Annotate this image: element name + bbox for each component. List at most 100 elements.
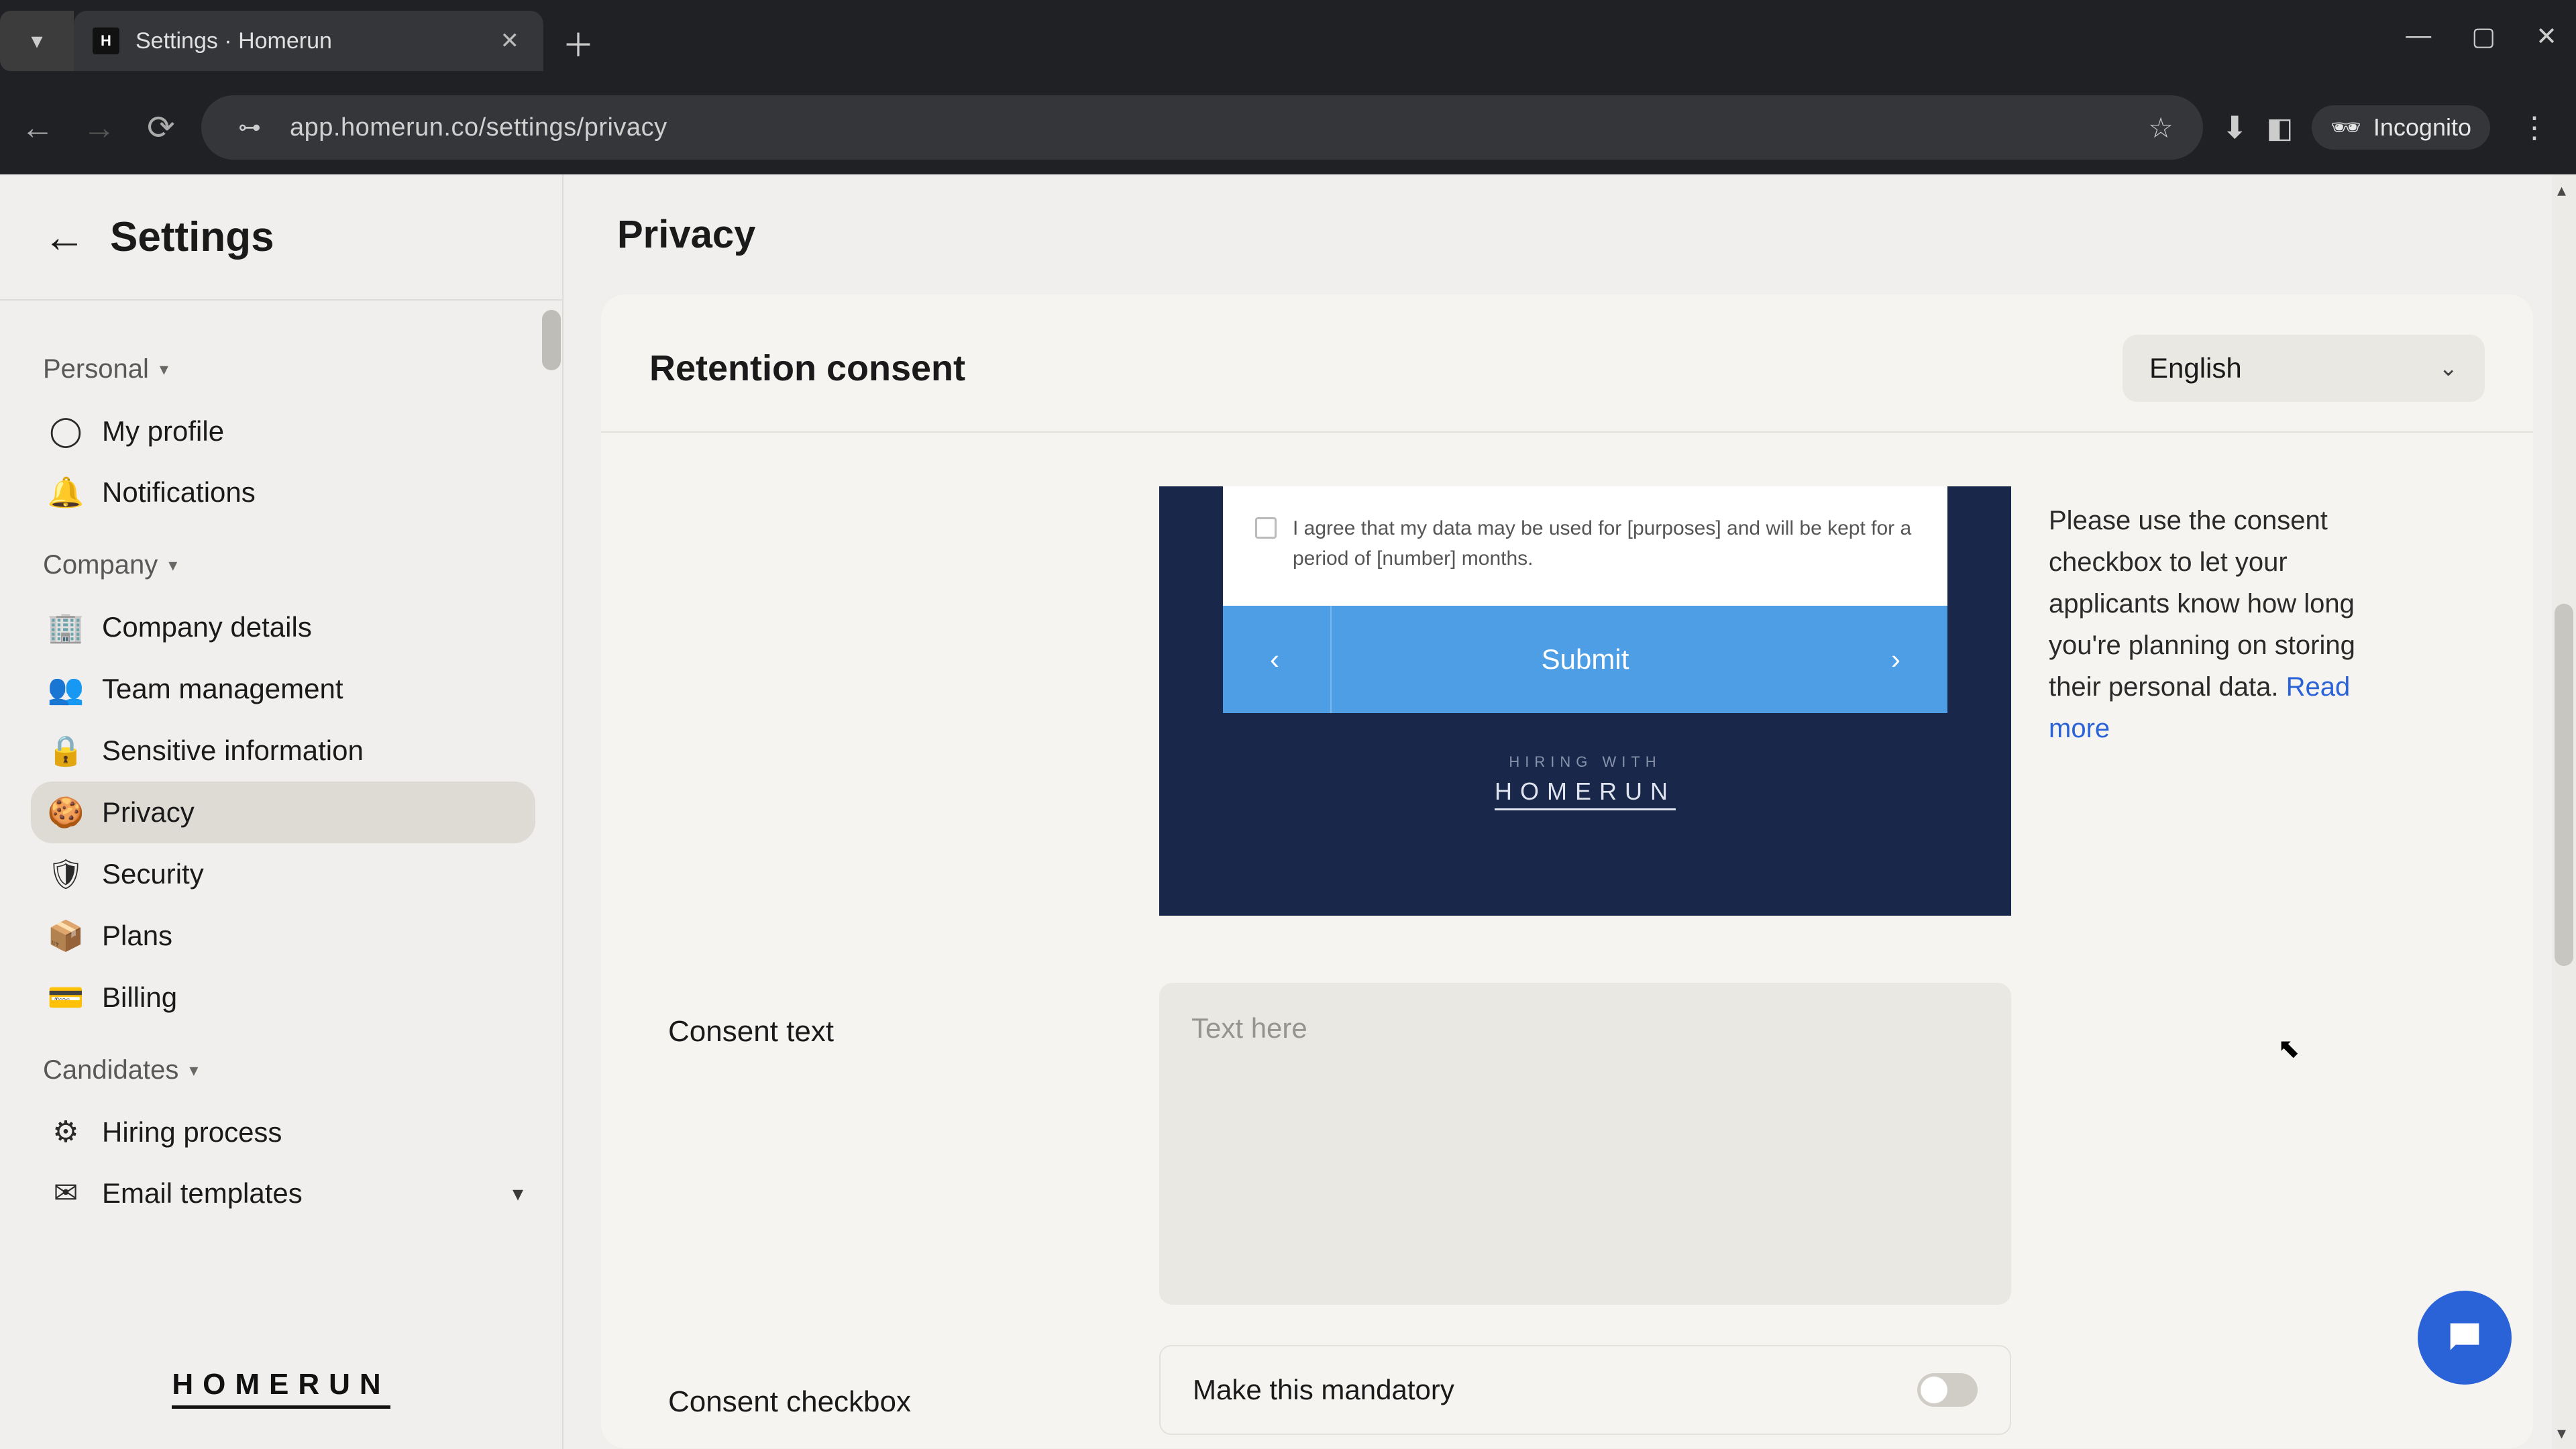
card-body: I agree that my data may be used for [pu…	[601, 433, 2533, 943]
tab-search-button[interactable]: ▾	[0, 11, 74, 71]
sidebar-item-notifications[interactable]: 🔔 Notifications	[31, 462, 535, 523]
caret-down-icon: ▾	[189, 1060, 198, 1081]
main-column: Privacy Retention consent English ⌄ I ag…	[564, 174, 2576, 1449]
close-icon[interactable]: ✕	[500, 28, 520, 54]
homerun-logo[interactable]: HOMERUN	[172, 1368, 390, 1409]
consent-text-row: Consent text Text here	[601, 943, 2533, 1305]
settings-sidebar: ← Settings Personal ▾ ◯ My profile 🔔 Not…	[0, 174, 564, 1449]
sidebar-item-company-details[interactable]: 🏢 Company details	[31, 596, 535, 658]
language-dropdown[interactable]: English ⌄	[2123, 335, 2485, 402]
lock-icon: 🔒	[50, 733, 82, 768]
preview-consent-text: I agree that my data may be used for [pu…	[1293, 513, 1915, 574]
help-column: Please use the consent checkbox to let y…	[2049, 486, 2493, 916]
divider	[1330, 606, 1332, 713]
sidebar-item-label: My profile	[102, 415, 224, 447]
main-scrollbar[interactable]: ▴ ▾	[2552, 174, 2576, 1449]
caret-down-icon: ▾	[160, 359, 168, 380]
bookmark-icon[interactable]: ☆	[2148, 111, 2174, 144]
consent-checkbox-label: Consent checkbox	[668, 1361, 1122, 1419]
process-icon: ⚙	[50, 1115, 82, 1149]
back-button[interactable]: ←	[16, 108, 59, 147]
section-personal[interactable]: Personal ▾	[43, 354, 535, 384]
user-icon: ◯	[50, 414, 82, 448]
sidebar-item-label: Company details	[102, 611, 312, 643]
mandatory-toggle-panel: Make this mandatory	[1159, 1345, 2011, 1435]
sidebar-item-label: Privacy	[102, 796, 195, 828]
site-info-icon[interactable]: ⊶	[231, 109, 268, 146]
address-bar[interactable]: ⊶ app.homerun.co/settings/privacy ☆	[201, 95, 2203, 160]
shield-icon: 🛡	[50, 857, 82, 892]
sidebar-item-label: Security	[102, 858, 204, 890]
toggle-knob	[1921, 1377, 1947, 1403]
scroll-up-icon[interactable]: ▴	[2557, 180, 2566, 201]
consent-text-placeholder: Text here	[1191, 1012, 1307, 1044]
section-company[interactable]: Company ▾	[43, 550, 535, 580]
sidebar-footer: HOMERUN	[0, 1341, 562, 1449]
back-arrow-icon[interactable]: ←	[43, 212, 86, 262]
help-text: Please use the consent checkbox to let y…	[2049, 500, 2398, 749]
sidebar-item-label: Email templates	[102, 1177, 303, 1210]
preview-footer-brand: HOMERUN	[1495, 777, 1676, 810]
sidebar-item-plans[interactable]: 📦 Plans	[31, 905, 535, 967]
minimize-icon[interactable]: ―	[2406, 21, 2431, 52]
sidebar-item-email-templates[interactable]: ✉ Email templates ▾	[31, 1163, 535, 1224]
sidebar-item-label: Sensitive information	[102, 735, 364, 767]
sidebar-item-security[interactable]: 🛡 Security	[31, 843, 535, 905]
incognito-icon: 🕶	[2330, 113, 2361, 142]
sidebar-item-billing[interactable]: 💳 Billing	[31, 967, 535, 1028]
reload-button[interactable]: ⟳	[140, 108, 182, 147]
building-icon: 🏢	[50, 610, 82, 645]
app-viewport: ← Settings Personal ▾ ◯ My profile 🔔 Not…	[0, 174, 2576, 1449]
cookie-icon: 🍪	[50, 795, 82, 830]
sidebar-item-label: Hiring process	[102, 1116, 282, 1148]
browser-tab[interactable]: H Settings · Homerun ✕	[74, 11, 543, 71]
sidebar-item-label: Team management	[102, 673, 343, 705]
section-company-label: Company	[43, 550, 158, 580]
bell-icon: 🔔	[50, 475, 82, 510]
chevron-left-icon: ‹	[1270, 643, 1279, 676]
sidebar-item-sensitive-information[interactable]: 🔒 Sensitive information	[31, 720, 535, 782]
sidebar-item-team-management[interactable]: 👥 Team management	[31, 658, 535, 720]
card-header: Retention consent English ⌄	[601, 294, 2533, 433]
incognito-indicator[interactable]: 🕶 Incognito	[2312, 105, 2490, 150]
sidebar-item-hiring-process[interactable]: ⚙ Hiring process	[31, 1102, 535, 1163]
forward-button[interactable]: →	[78, 108, 121, 147]
sidebar-scrollbar-thumb[interactable]	[542, 310, 561, 370]
sidebar-item-label: Billing	[102, 981, 177, 1014]
panel-icon[interactable]: ◧	[2267, 111, 2294, 144]
scroll-down-icon[interactable]: ▾	[2557, 1423, 2566, 1444]
section-personal-label: Personal	[43, 354, 149, 384]
preview-consent-block: I agree that my data may be used for [pu…	[1223, 486, 1947, 606]
chevron-right-icon: ›	[1891, 643, 1900, 676]
scrollbar-thumb[interactable]	[2555, 604, 2573, 966]
sidebar-body: Personal ▾ ◯ My profile 🔔 Notifications …	[0, 301, 562, 1341]
preview-footer-tagline: HIRING WITH	[1495, 753, 1676, 771]
browser-menu-button[interactable]: ⋮	[2509, 111, 2560, 145]
preview-submit-label: Submit	[1542, 643, 1629, 676]
mandatory-toggle[interactable]	[1917, 1373, 1978, 1407]
chevron-down-icon: ⌄	[2439, 355, 2459, 382]
cursor-icon: ⬉	[2277, 1033, 2300, 1064]
main-header: Privacy	[564, 174, 2576, 294]
box-icon: 📦	[50, 918, 82, 953]
consent-text-input[interactable]: Text here	[1159, 983, 2011, 1305]
browser-titlebar: ▾ H Settings · Homerun ✕ ＋ ― ▢ ✕	[0, 0, 2576, 80]
card-title: Retention consent	[649, 347, 965, 389]
mail-icon: ✉	[50, 1176, 82, 1210]
close-window-icon[interactable]: ✕	[2536, 21, 2557, 52]
maximize-icon[interactable]: ▢	[2471, 21, 2496, 52]
mandatory-label: Make this mandatory	[1193, 1374, 1454, 1406]
card-icon: 💳	[50, 980, 82, 1015]
team-icon: 👥	[50, 672, 82, 706]
section-candidates[interactable]: Candidates ▾	[43, 1055, 535, 1085]
chevron-down-icon: ▾	[513, 1181, 523, 1206]
preview-footer: HIRING WITH HOMERUN	[1495, 753, 1676, 810]
incognito-label: Incognito	[2373, 113, 2471, 142]
sidebar-item-my-profile[interactable]: ◯ My profile	[31, 400, 535, 462]
new-tab-button[interactable]: ＋	[543, 0, 613, 66]
language-selected: English	[2149, 352, 2242, 384]
sidebar-item-privacy[interactable]: 🍪 Privacy	[31, 782, 535, 843]
downloads-icon[interactable]: ⬇	[2222, 109, 2248, 146]
chat-button[interactable]	[2418, 1291, 2512, 1385]
sidebar-header: ← Settings	[0, 174, 562, 301]
